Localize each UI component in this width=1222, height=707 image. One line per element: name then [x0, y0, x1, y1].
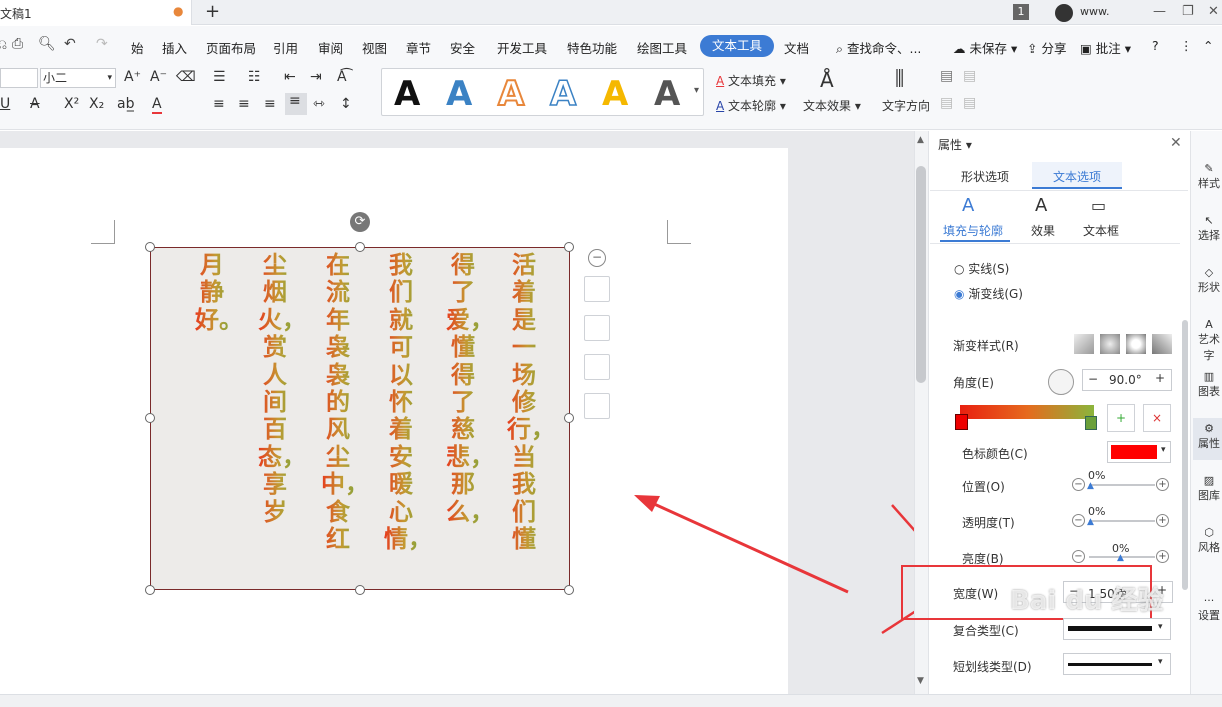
transparency-slider[interactable]: [1089, 520, 1155, 522]
rail-style-label: 样式: [1198, 177, 1220, 190]
radio-gradient-line[interactable]: ◉ 渐变线(G): [954, 285, 1023, 302]
gradient-style-path[interactable]: [1152, 334, 1172, 354]
gallery-icon: ▨: [1203, 474, 1215, 487]
textbox-icon: ▭: [1091, 196, 1107, 215]
brightness-minus-icon[interactable]: −: [1072, 550, 1085, 563]
rail-wordart[interactable]: A 艺术字: [1196, 318, 1222, 363]
gradient-style-rect[interactable]: [1126, 334, 1146, 354]
position-thumb-icon[interactable]: ▲: [1087, 481, 1094, 491]
position-minus-icon[interactable]: −: [1072, 478, 1085, 491]
compound-type-select[interactable]: ▾: [1063, 618, 1171, 640]
shape-icon: ◇: [1204, 266, 1214, 279]
settings-icon: ···: [1203, 594, 1215, 607]
subtab-underline: [940, 240, 1010, 242]
panel-close-icon[interactable]: ✕: [1170, 135, 1182, 151]
watermark-logo: Bai du 经验: [1010, 586, 1164, 616]
transparency-plus-icon[interactable]: +: [1156, 514, 1169, 527]
rail-chart-label: 图表: [1198, 385, 1220, 398]
transparency-minus-icon[interactable]: −: [1072, 514, 1085, 527]
radio-solid-line-label: 实线(S): [968, 262, 1010, 276]
rail-settings-label: 设置: [1198, 609, 1220, 622]
brightness-thumb-icon[interactable]: ▲: [1117, 553, 1124, 563]
subtab-fill-outline[interactable]: 填充与轮廓: [943, 222, 1003, 239]
transparency-thumb-icon[interactable]: ▲: [1087, 517, 1094, 527]
rail-gallery[interactable]: ▨ 图库: [1196, 474, 1222, 503]
angle-value[interactable]: 90.0°: [1109, 373, 1142, 387]
gradient-style-radial[interactable]: [1100, 334, 1120, 354]
properties-icon: ⚙: [1204, 422, 1214, 435]
subtab-textbox[interactable]: 文本框: [1083, 222, 1119, 239]
chart-icon: ▥: [1203, 370, 1215, 383]
rail-gallery-label: 图库: [1198, 489, 1220, 502]
dash-dropdown-icon: ▾: [1158, 657, 1163, 667]
rail-theme-label: 风格: [1198, 541, 1220, 554]
radio-solid-line[interactable]: ○ 实线(S): [954, 260, 1009, 277]
stop-color-picker[interactable]: ▾: [1107, 441, 1171, 463]
transparency-label: 透明度(T): [962, 516, 1015, 530]
brightness-plus-icon[interactable]: +: [1156, 550, 1169, 563]
position-label: 位置(O): [962, 480, 1005, 494]
compound-dropdown-icon: ▾: [1158, 622, 1163, 632]
angle-minus-icon[interactable]: −: [1088, 372, 1098, 386]
rail-wordart-label: 艺术字: [1198, 333, 1220, 362]
compound-type-label: 复合类型(C): [953, 624, 1019, 638]
subtab-divider: [930, 243, 1180, 244]
tab-text-options[interactable]: 文本选项: [1053, 168, 1101, 185]
wordart-icon: A: [1205, 318, 1213, 331]
gradient-stop-red[interactable]: [955, 414, 968, 430]
dash-line-preview: [1068, 663, 1152, 666]
fill-outline-icon: A: [962, 195, 975, 216]
position-plus-icon[interactable]: +: [1156, 478, 1169, 491]
subtab-effect[interactable]: 效果: [1031, 222, 1055, 239]
tab-divider: [930, 190, 1188, 191]
rail-shape-label: 形状: [1198, 281, 1220, 294]
gradient-style-label: 渐变样式(R): [953, 339, 1019, 353]
rail-theme[interactable]: ⬡ 风格: [1196, 526, 1222, 555]
scroll-up-icon[interactable]: ▲: [917, 135, 924, 145]
angle-label: 角度(E): [953, 376, 994, 390]
add-stop-icon[interactable]: +: [1107, 404, 1135, 432]
dash-type-select[interactable]: ▾: [1063, 653, 1171, 675]
position-slider[interactable]: [1089, 484, 1155, 486]
stop-color-swatch: [1111, 445, 1157, 459]
angle-plus-icon[interactable]: +: [1155, 371, 1165, 385]
panel-title-label: 属性: [938, 138, 963, 152]
vertical-scroll-thumb[interactable]: [916, 166, 926, 383]
rail-properties[interactable]: ⚙ 属性: [1196, 422, 1222, 451]
status-bar: [0, 694, 1222, 707]
radio-selected-icon: ◉: [954, 287, 965, 301]
gradient-style-linear[interactable]: [1074, 334, 1094, 354]
arrow-to-textbox-head: [634, 495, 660, 512]
select-icon: ↖: [1204, 214, 1214, 227]
rail-settings[interactable]: ··· 设置: [1196, 594, 1222, 623]
style-icon: ✎: [1204, 162, 1214, 175]
tab-shape-options[interactable]: 形状选项: [961, 168, 1009, 185]
rail-select[interactable]: ↖ 选择: [1196, 214, 1222, 243]
arrow-to-textbox: [651, 501, 849, 594]
rail-properties-label: 属性: [1198, 437, 1220, 450]
rail-select-label: 选择: [1198, 229, 1220, 242]
theme-icon: ⬡: [1204, 526, 1214, 539]
panel-title[interactable]: 属性 ▾: [938, 136, 972, 153]
rail-shape[interactable]: ◇ 形状: [1196, 266, 1222, 295]
gradient-bar[interactable]: [960, 405, 1094, 419]
dash-type-label: 短划线类型(D): [953, 660, 1032, 674]
stop-color-dropdown-icon: ▾: [1161, 445, 1166, 455]
rail-style[interactable]: ✎ 样式: [1196, 162, 1222, 191]
effect-icon: A: [1035, 195, 1048, 216]
compound-line-preview: [1068, 626, 1152, 631]
stop-color-label: 色标颜色(C): [962, 447, 1028, 461]
radio-gradient-line-label: 渐变线(G): [968, 287, 1023, 301]
angle-dial[interactable]: [1048, 369, 1074, 395]
gradient-stop-green[interactable]: [1085, 416, 1097, 430]
panel-scroll-thumb[interactable]: [1182, 320, 1188, 590]
scroll-down-icon[interactable]: ▼: [917, 676, 924, 686]
rail-chart[interactable]: ▥ 图表: [1196, 370, 1222, 399]
remove-stop-icon[interactable]: ×: [1143, 404, 1171, 432]
angle-spinner[interactable]: − 90.0° +: [1082, 369, 1172, 391]
